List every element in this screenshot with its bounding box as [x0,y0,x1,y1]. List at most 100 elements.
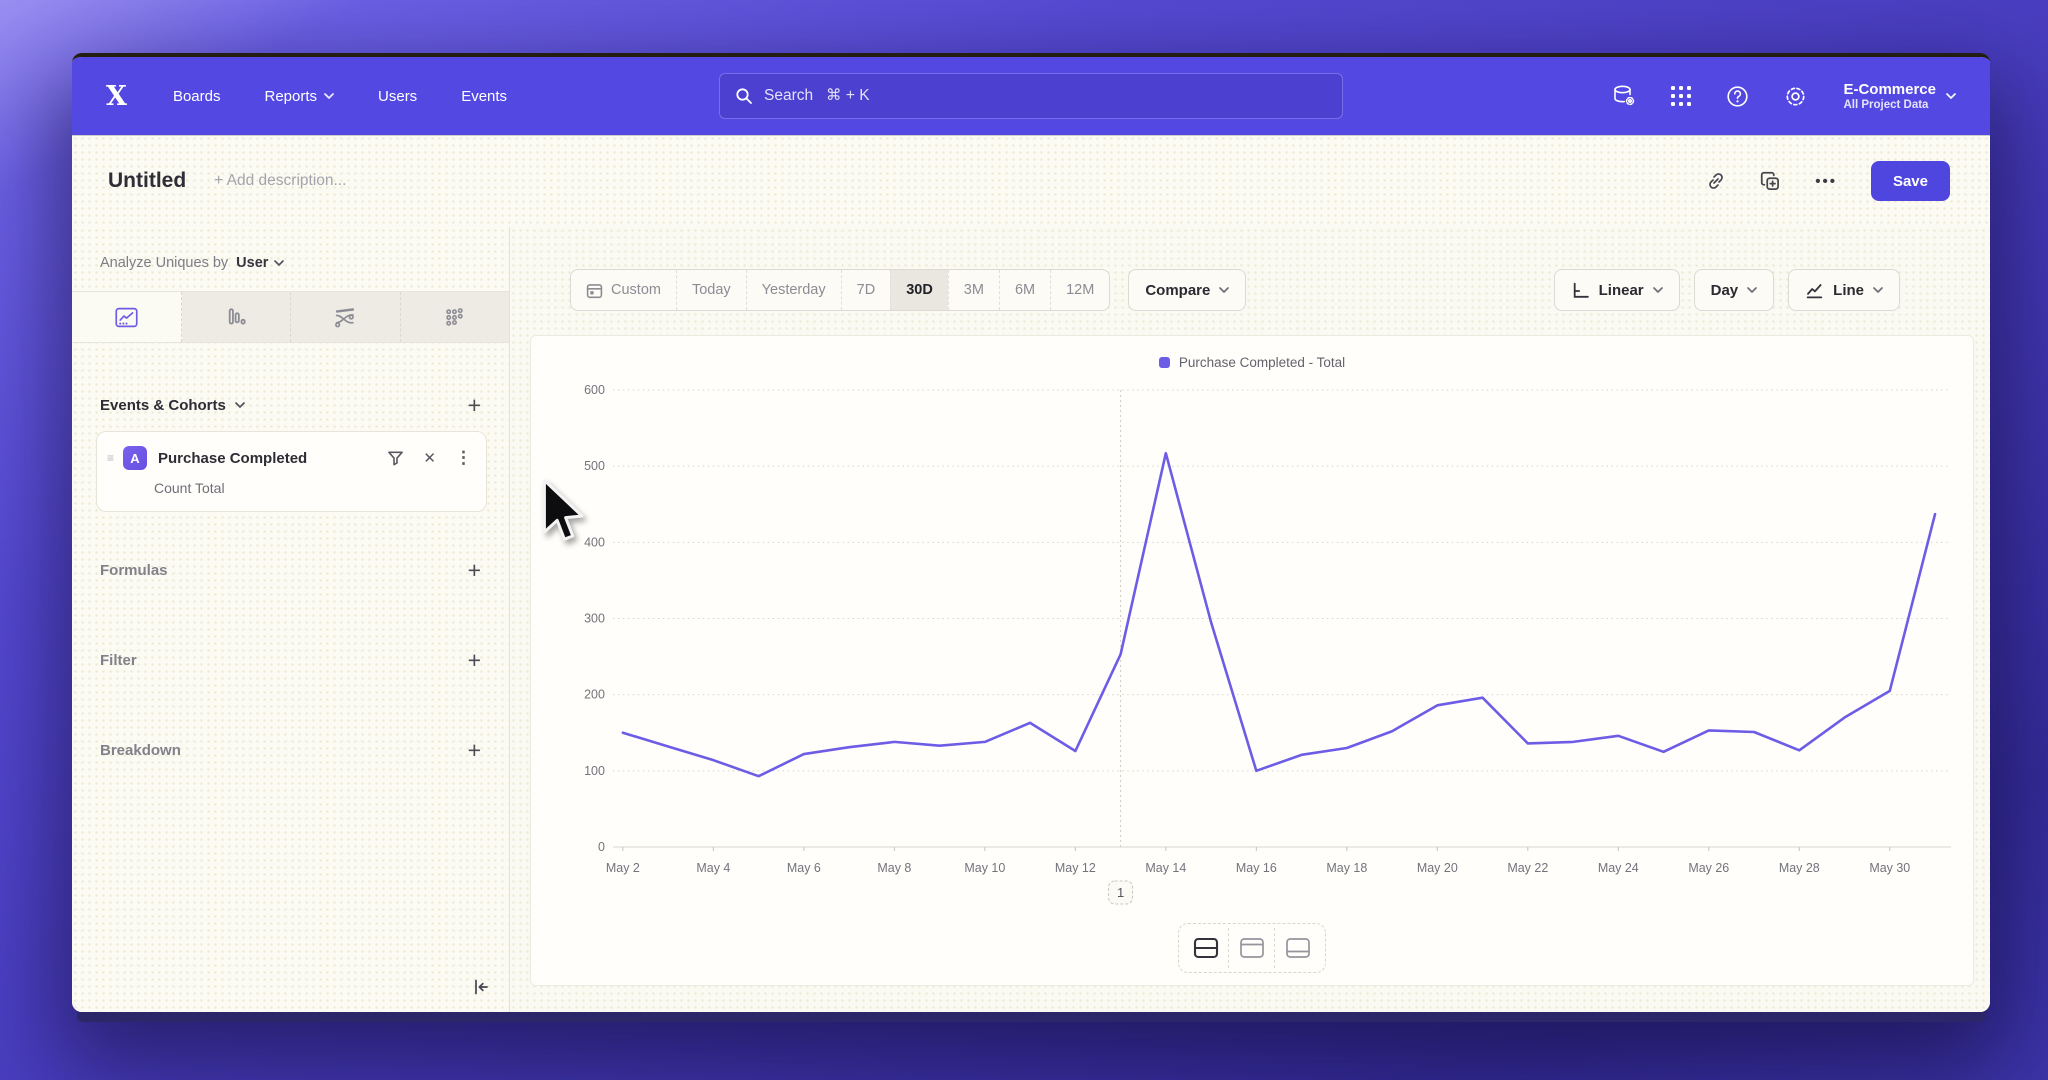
add-description[interactable]: + Add description... [214,172,346,190]
chevron-down-icon [1219,287,1229,293]
layout-bottom-panel-icon [1285,937,1311,959]
project-switcher[interactable]: E-Commerce All Project Data [1843,81,1956,111]
formulas-row: Formulas + [100,560,481,580]
duplicate-icon[interactable] [1760,171,1781,192]
date-range-7d[interactable]: 7D [841,270,891,310]
help-icon[interactable] [1725,84,1750,109]
event-card[interactable]: ≡ A Purchase Completed ✕ ⋮ Count Total [96,431,487,512]
trend-line-chart[interactable]: 01002003004005006001May 2May 4May 6May 8… [543,376,1961,921]
layout-chart-only-button[interactable] [1229,928,1275,968]
report-type-tabs [72,291,509,343]
date-range-selector: Custom Today Yesterday 7D 30D 3M 6M 12M [570,269,1110,311]
filter-label: Filter [100,652,137,669]
svg-text:300: 300 [584,611,605,625]
nav-item-boards[interactable]: Boards [173,88,221,105]
breakdown-row: Breakdown + [100,740,481,760]
svg-text:May 6: May 6 [787,861,821,875]
settings-gear-icon[interactable] [1783,84,1808,109]
report-actions: ••• Save [1706,161,1950,201]
primary-nav: Boards Reports Users Events [173,88,507,105]
chart-controls: Custom Today Yesterday 7D 30D 3M 6M 12M … [570,269,1900,311]
linear-axis-icon [1571,281,1590,300]
line-chart-icon [1805,281,1824,300]
svg-text:May 30: May 30 [1869,861,1910,875]
event-name[interactable]: Purchase Completed [158,450,387,467]
date-range-today[interactable]: Today [676,270,746,310]
insights-line-chart-icon [115,307,138,328]
legend-swatch [1159,357,1170,368]
svg-text:400: 400 [584,535,605,549]
date-range-6m[interactable]: 6M [999,270,1050,310]
add-filter-button[interactable]: + [468,650,481,670]
tab-retention[interactable] [401,292,510,342]
copy-link-icon[interactable] [1706,171,1726,191]
svg-text:May 14: May 14 [1145,861,1186,875]
analyze-entity-dropdown[interactable]: User [236,255,284,271]
workspace: Analyze Uniques by User [72,227,1990,1012]
layout-table-only-button[interactable] [1275,928,1321,968]
events-cohorts-dropdown[interactable]: Events & Cohorts [100,397,245,414]
filter-funnel-icon[interactable] [387,450,404,467]
date-range-yesterday[interactable]: Yesterday [746,270,841,310]
event-measure-dropdown[interactable]: Count Total [154,480,472,496]
more-actions-button[interactable]: ••• [1815,173,1837,190]
calendar-icon [586,282,603,299]
svg-text:0: 0 [598,840,605,854]
svg-text:May 12: May 12 [1055,861,1096,875]
tab-funnels[interactable] [182,292,292,342]
nav-right-cluster: E-Commerce All Project Data [1611,81,1956,111]
interval-dropdown[interactable]: Day [1694,269,1775,311]
collapse-sidebar-button[interactable] [471,977,491,1000]
svg-text:May 28: May 28 [1779,861,1820,875]
search-input[interactable] [764,87,1327,105]
svg-text:May 26: May 26 [1688,861,1729,875]
analyze-row: Analyze Uniques by User [72,249,509,277]
date-range-12m[interactable]: 12M [1050,270,1109,310]
top-nav: X Boards Reports Users Events [72,57,1990,135]
app-logo[interactable]: X [106,81,127,112]
date-range-custom[interactable]: Custom [571,270,676,310]
report-header: Untitled + Add description... [72,135,1990,227]
svg-text:May 4: May 4 [696,861,730,875]
chart-type-dropdown[interactable]: Line [1788,269,1900,311]
add-formula-button[interactable]: + [468,560,481,580]
drag-handle-icon[interactable]: ≡ [107,451,117,465]
layout-split-button[interactable] [1183,928,1229,968]
nav-item-events[interactable]: Events [461,88,507,105]
layout-split-icon [1193,937,1219,959]
svg-text:May 10: May 10 [964,861,1005,875]
svg-text:May 16: May 16 [1236,861,1277,875]
search-icon [735,87,753,105]
layout-top-panel-icon [1239,937,1265,959]
data-management-icon[interactable] [1611,83,1637,109]
remove-event-icon[interactable]: ✕ [423,449,436,467]
date-range-3m[interactable]: 3M [948,270,999,310]
svg-text:May 18: May 18 [1326,861,1367,875]
app-window: X Boards Reports Users Events [72,53,1990,1012]
scale-dropdown[interactable]: Linear [1554,269,1680,311]
tab-flows[interactable] [291,292,401,342]
add-event-button[interactable]: + [468,395,481,415]
nav-item-reports[interactable]: Reports [264,88,334,105]
chart-legend[interactable]: Purchase Completed - Total [531,350,1973,374]
add-breakdown-button[interactable]: + [468,740,481,760]
event-more-icon[interactable]: ⋮ [455,448,472,468]
legend-label: Purchase Completed - Total [1179,355,1345,370]
apps-grid-icon[interactable] [1670,85,1692,107]
chevron-down-icon [274,260,284,266]
global-search[interactable] [719,73,1343,119]
tab-insights[interactable] [72,292,182,342]
chevron-down-icon [1873,287,1883,293]
chevron-down-icon [1653,287,1663,293]
breakdown-label: Breakdown [100,742,181,759]
compare-dropdown[interactable]: Compare [1128,269,1246,311]
report-title[interactable]: Untitled [108,169,186,193]
chevron-down-icon [1747,287,1757,293]
nav-item-users[interactable]: Users [378,88,417,105]
date-range-30d[interactable]: 30D [890,270,948,310]
save-button[interactable]: Save [1871,161,1950,201]
event-series-badge: A [123,446,147,470]
formulas-label: Formulas [100,562,168,579]
query-sidebar: Analyze Uniques by User [72,227,510,1012]
event-card-actions: ✕ ⋮ [387,448,472,468]
